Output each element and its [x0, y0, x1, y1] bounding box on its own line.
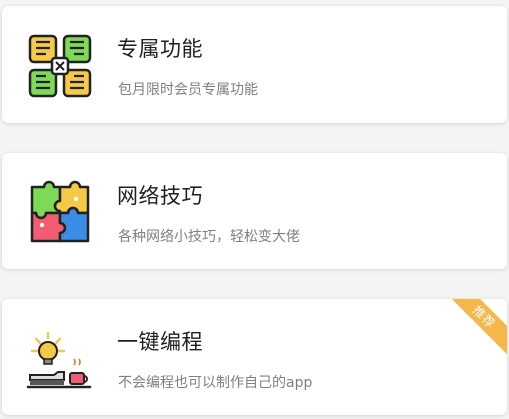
feature-title: 专属功能 — [117, 37, 203, 61]
recommend-badge: 推荐 — [445, 299, 507, 356]
feature-card-network-tips[interactable]: 网络技巧 各种网络小技巧，轻松变大佬 — [2, 153, 507, 269]
puzzle-icon — [24, 177, 96, 249]
feature-description: 包月限时会员专属功能 — [118, 82, 258, 98]
feature-card-one-click-coding[interactable]: 推荐 一键编程 不会编程也可以制作自己的app — [2, 299, 507, 415]
feature-list: 专属功能 包月限时会员专属功能 网络技巧 各种网络小技巧，轻松变大佬 推荐 一键… — [0, 0, 509, 419]
feature-description: 各种网络小技巧，轻松变大佬 — [118, 229, 300, 245]
feature-title: 网络技巧 — [117, 184, 203, 208]
feature-title: 一键编程 — [117, 330, 203, 354]
hands-unity-icon — [24, 30, 96, 102]
feature-card-exclusive[interactable]: 专属功能 包月限时会员专属功能 — [2, 6, 507, 123]
feature-description: 不会编程也可以制作自己的app — [118, 375, 313, 391]
idea-book-coffee-icon — [24, 323, 96, 395]
